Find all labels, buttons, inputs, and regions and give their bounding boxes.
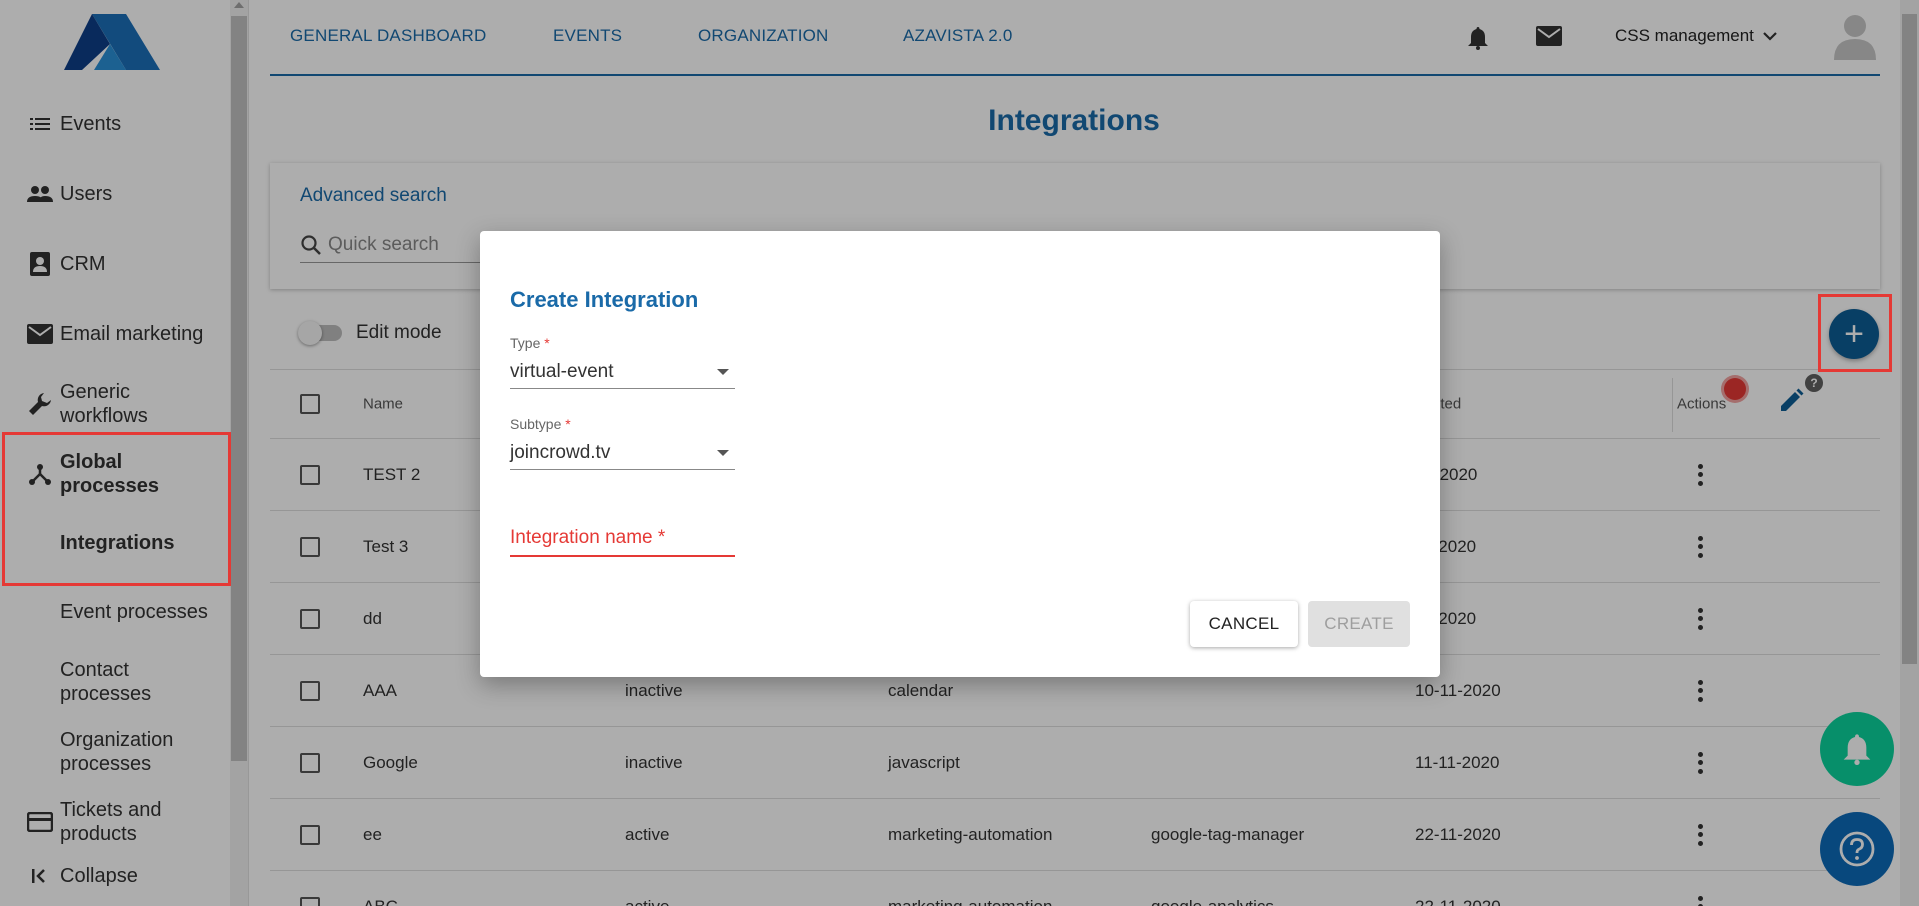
integration-name-placeholder: Integration name * bbox=[510, 527, 666, 548]
dropdown-arrow-icon bbox=[717, 449, 729, 456]
type-label: Type * bbox=[510, 335, 550, 351]
create-integration-dialog: Create Integration Type * virtual-event … bbox=[480, 231, 1440, 677]
integration-name-field[interactable]: Integration name * bbox=[510, 523, 735, 557]
dropdown-arrow-icon bbox=[717, 368, 729, 375]
create-button[interactable]: CREATE bbox=[1308, 601, 1410, 647]
subtype-field: Subtype * joincrowd.tv bbox=[510, 416, 735, 470]
subtype-label: Subtype * bbox=[510, 416, 571, 432]
highlight-box-global-processes bbox=[2, 432, 231, 586]
type-select[interactable]: virtual-event bbox=[510, 355, 735, 389]
subtype-select[interactable]: joincrowd.tv bbox=[510, 436, 735, 470]
subtype-select-value: joincrowd.tv bbox=[510, 441, 611, 463]
type-select-value: virtual-event bbox=[510, 360, 614, 382]
type-field: Type * virtual-event bbox=[510, 335, 735, 389]
dialog-title: Create Integration bbox=[510, 287, 699, 312]
cancel-button[interactable]: CANCEL bbox=[1190, 601, 1298, 647]
highlight-box-add-button bbox=[1818, 294, 1892, 372]
